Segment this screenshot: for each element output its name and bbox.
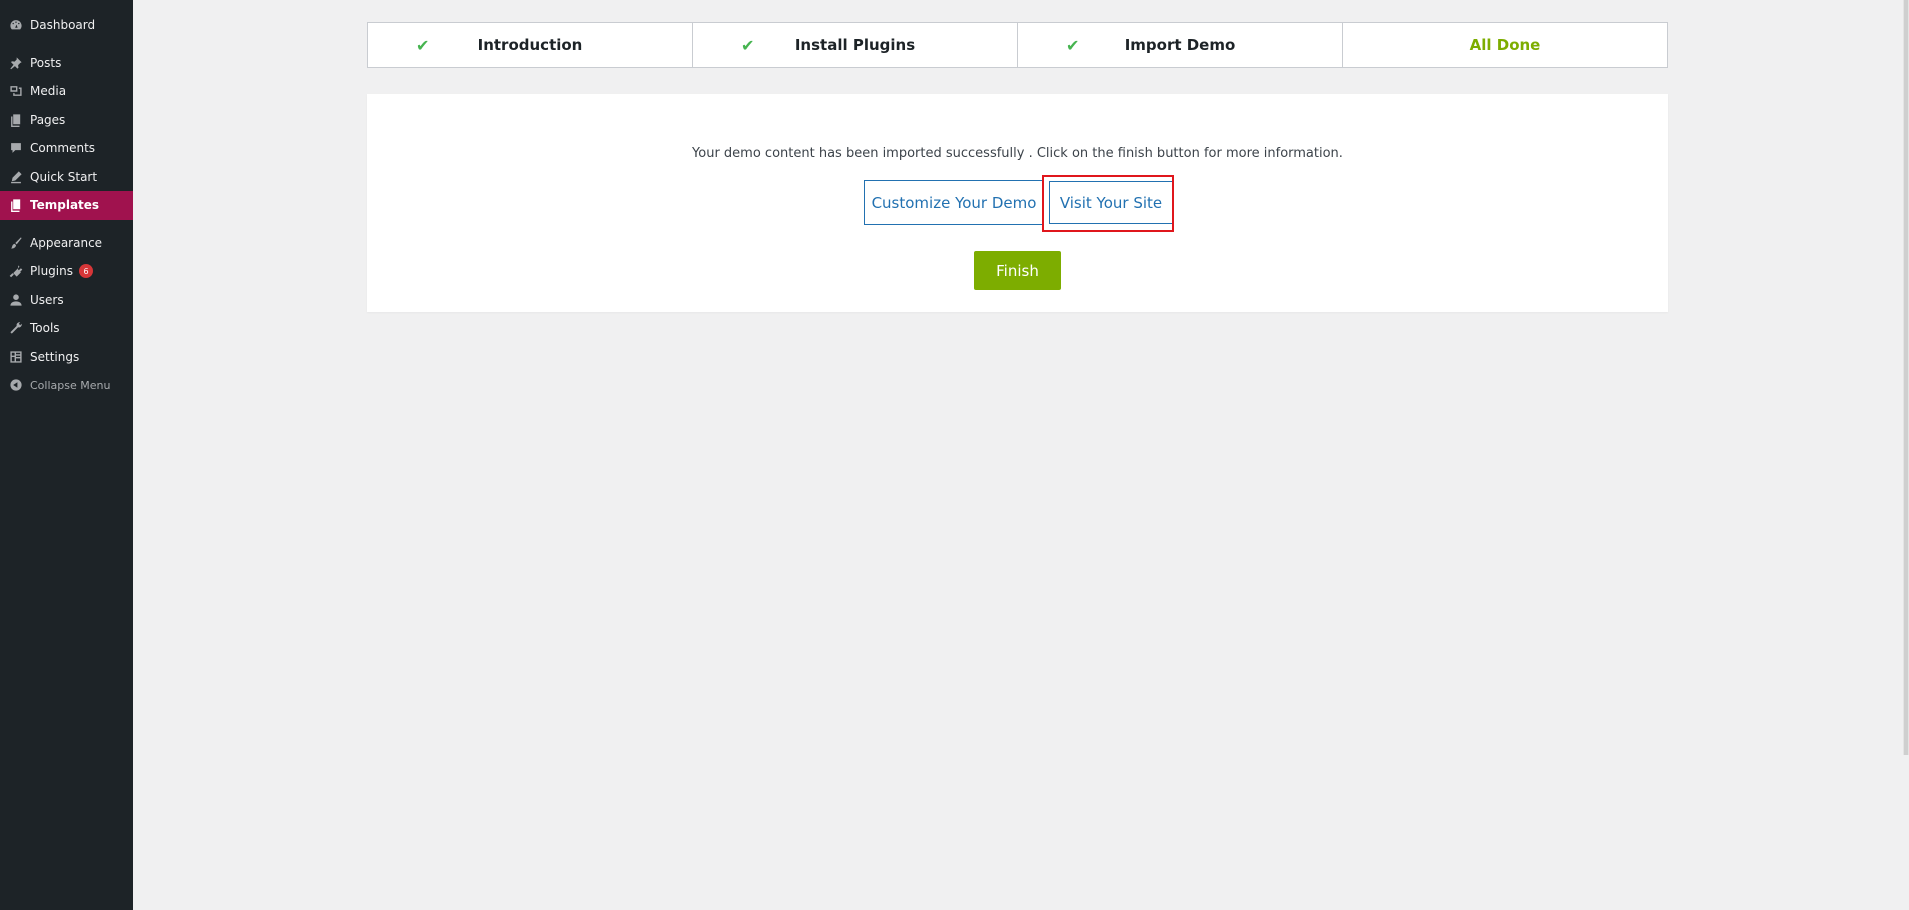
sidebar-item-label: Plugins <box>30 264 73 279</box>
checkmark-icon: ✔ <box>741 36 755 55</box>
completion-panel: Your demo content has been imported succ… <box>367 94 1668 312</box>
sidebar-item-posts[interactable]: Posts <box>0 49 133 78</box>
step-label: Introduction <box>477 36 583 54</box>
admin-sidebar: Dashboard Posts Media Pages Comments Qui… <box>0 0 133 910</box>
sidebar-item-templates[interactable]: Templates <box>0 191 133 220</box>
sidebar-item-quick-start[interactable]: Quick Start <box>0 163 133 192</box>
step-label: Import Demo <box>1124 36 1236 54</box>
dashboard-icon <box>8 18 23 33</box>
sidebar-item-label: Settings <box>30 349 80 364</box>
admin-menu: Dashboard Posts Media Pages Comments Qui… <box>0 0 133 400</box>
sidebar-item-tools[interactable]: Tools <box>0 314 133 343</box>
sidebar-item-label: Quick Start <box>30 169 98 184</box>
sidebar-item-label: Pages <box>30 112 66 127</box>
sidebar-item-dashboard[interactable]: Dashboard <box>0 11 133 40</box>
sidebar-item-pages[interactable]: Pages <box>0 106 133 135</box>
pushpin-icon <box>8 55 23 70</box>
sidebar-item-label: Appearance <box>30 235 103 250</box>
checkmark-icon: ✔ <box>1066 36 1080 55</box>
plugin-icon <box>8 264 23 279</box>
media-icon <box>8 84 23 99</box>
wrench-icon <box>8 321 23 336</box>
sidebar-item-users[interactable]: Users <box>0 286 133 315</box>
success-message: Your demo content has been imported succ… <box>692 146 1343 161</box>
collapse-icon <box>8 378 23 393</box>
collapse-menu-label: Collapse Menu <box>30 378 111 392</box>
page-scrollbar[interactable] <box>1903 0 1909 755</box>
sidebar-item-label: Users <box>30 292 64 307</box>
step-introduction[interactable]: ✔ Introduction <box>368 23 693 67</box>
sidebar-item-label: Media <box>30 84 67 99</box>
sidebar-item-label: Dashboard <box>30 18 96 33</box>
sidebar-item-media[interactable]: Media <box>0 77 133 106</box>
visit-site-button[interactable]: Visit Your Site <box>1049 181 1173 224</box>
plugins-update-badge: 6 <box>78 264 93 279</box>
checkmark-icon: ✔ <box>416 36 430 55</box>
collapse-menu-button[interactable]: Collapse Menu <box>0 371 133 400</box>
setup-wizard-steps: ✔ Introduction ✔ Install Plugins ✔ Impor… <box>367 22 1668 68</box>
sidebar-item-label: Tools <box>30 321 60 336</box>
comment-icon <box>8 141 23 156</box>
pages-icon <box>8 112 23 127</box>
user-icon <box>8 292 23 307</box>
quick-start-icon <box>8 169 23 184</box>
step-label: All Done <box>1469 36 1541 54</box>
paintbrush-icon <box>8 235 23 250</box>
step-install-plugins[interactable]: ✔ Install Plugins <box>693 23 1018 67</box>
finish-button[interactable]: Finish <box>974 251 1061 290</box>
sidebar-item-plugins[interactable]: Plugins 6 <box>0 257 133 286</box>
sidebar-item-label: Comments <box>30 141 96 156</box>
step-import-demo[interactable]: ✔ Import Demo <box>1018 23 1343 67</box>
sidebar-item-appearance[interactable]: Appearance <box>0 229 133 258</box>
sidebar-item-comments[interactable]: Comments <box>0 134 133 163</box>
sidebar-item-settings[interactable]: Settings <box>0 343 133 372</box>
sidebar-item-label: Templates <box>30 198 100 213</box>
step-all-done[interactable]: All Done <box>1343 23 1667 67</box>
settings-icon <box>8 349 23 364</box>
customize-demo-button[interactable]: Customize Your Demo <box>864 180 1044 225</box>
templates-icon <box>8 198 23 213</box>
step-label: Install Plugins <box>794 36 916 54</box>
sidebar-item-label: Posts <box>30 55 62 70</box>
